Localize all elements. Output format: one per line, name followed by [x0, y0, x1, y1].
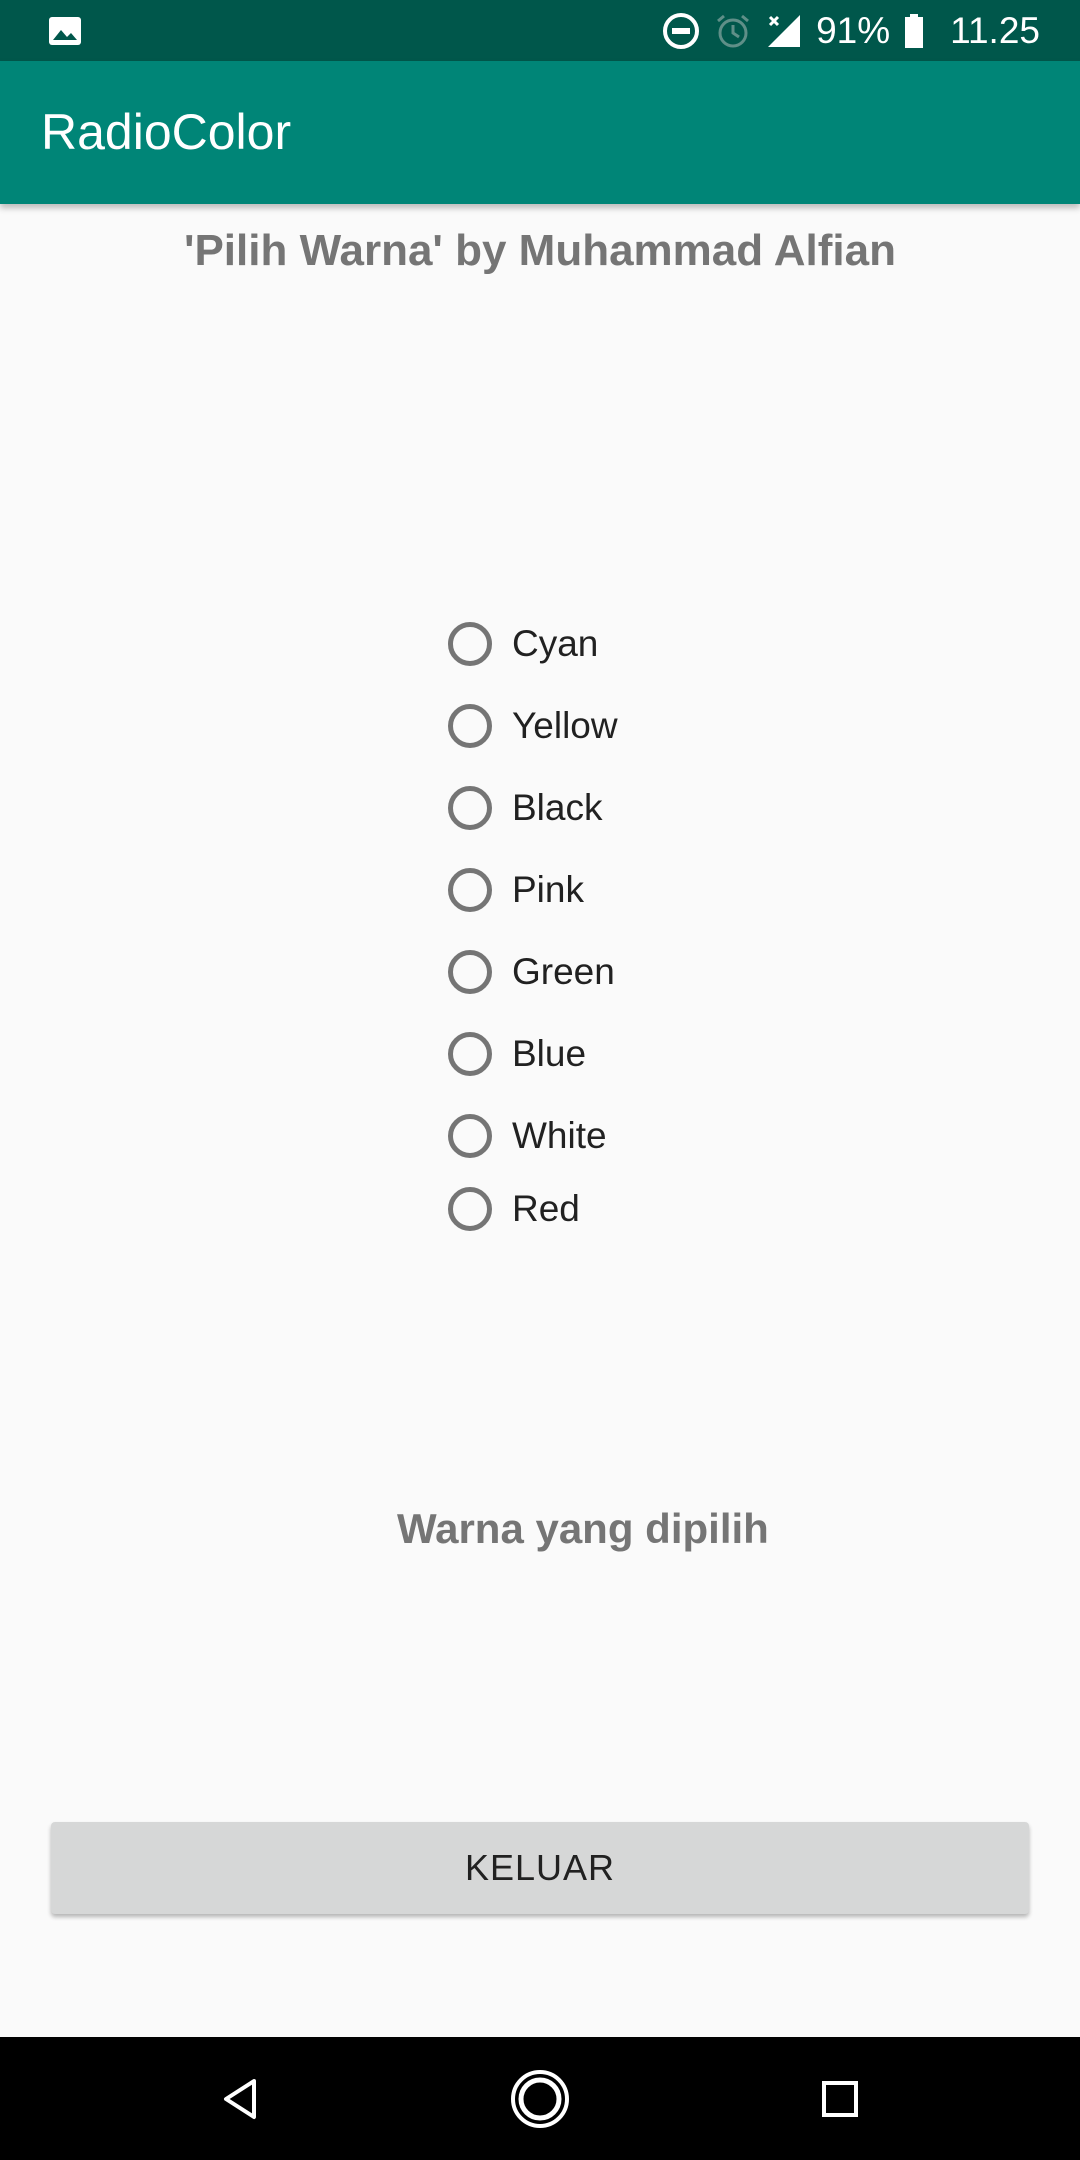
recents-icon[interactable] — [800, 2037, 880, 2160]
radio-option-pink[interactable]: Pink — [448, 860, 584, 920]
selected-color-text: Warna yang dipilih — [397, 1505, 769, 1552]
navigation-bar — [0, 2037, 1080, 2160]
clock: 11.25 — [950, 9, 1040, 51]
radio-option-yellow[interactable]: Yellow — [448, 696, 618, 756]
exit-button[interactable]: KELUAR — [51, 1822, 1029, 1914]
alarm-icon — [714, 12, 752, 50]
radio-button-icon[interactable] — [448, 1187, 492, 1231]
radio-label: White — [512, 1115, 607, 1156]
radio-button-icon[interactable] — [448, 786, 492, 830]
radio-label: Green — [512, 951, 615, 992]
app-title: RadioColor — [41, 104, 292, 160]
radio-button-icon[interactable] — [448, 704, 492, 748]
app-bar: RadioColor — [0, 61, 1080, 204]
radio-button-icon[interactable] — [448, 950, 492, 994]
radio-button-icon[interactable] — [448, 622, 492, 666]
radio-option-black[interactable]: Black — [448, 778, 602, 838]
radio-option-red[interactable]: Red — [448, 1179, 580, 1239]
radio-button-icon[interactable] — [448, 868, 492, 912]
signal-icon — [766, 13, 802, 49]
radio-button-icon[interactable] — [448, 1114, 492, 1158]
battery-icon — [904, 13, 924, 48]
back-icon[interactable] — [200, 2037, 280, 2160]
radio-label: Cyan — [512, 623, 599, 664]
radio-label: Pink — [512, 869, 584, 910]
radio-label: Blue — [512, 1033, 587, 1074]
radio-option-blue[interactable]: Blue — [448, 1024, 586, 1084]
status-icons: 91% 11.25 — [662, 0, 1040, 61]
radio-option-cyan[interactable]: Cyan — [448, 614, 598, 674]
radio-button-icon[interactable] — [448, 1032, 492, 1076]
home-icon[interactable] — [500, 2037, 580, 2160]
radio-label: Red — [512, 1188, 580, 1229]
dnd-icon — [662, 12, 700, 50]
radio-label: Yellow — [512, 705, 618, 746]
battery-percent: 91% — [816, 9, 891, 51]
status-bar: 91% 11.25 — [0, 0, 1080, 61]
image-icon — [48, 16, 82, 46]
radio-option-green[interactable]: Green — [448, 942, 615, 1002]
radio-label: Black — [512, 787, 603, 828]
radio-option-white[interactable]: White — [448, 1106, 607, 1166]
page-heading: 'Pilih Warna' by Muhammad Alfian — [184, 226, 896, 275]
